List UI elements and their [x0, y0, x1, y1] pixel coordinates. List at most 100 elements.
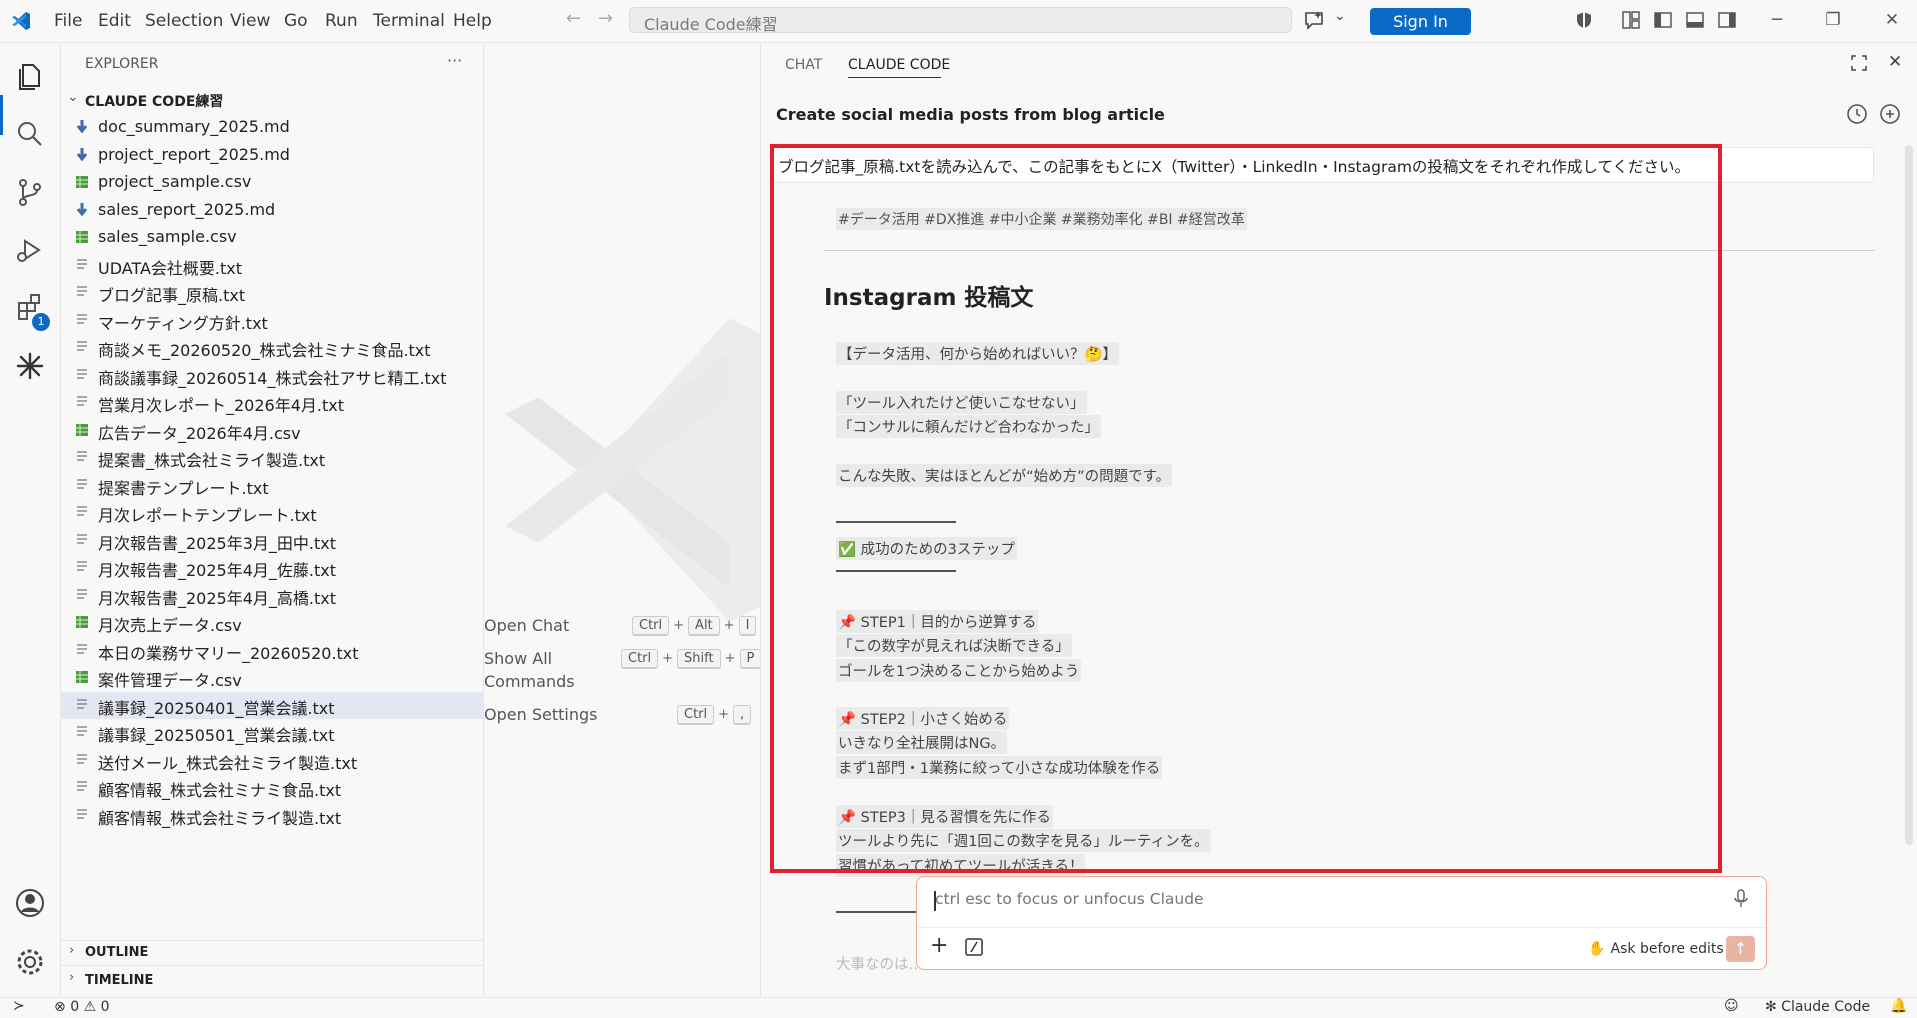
menu-help[interactable]: Help — [449, 9, 496, 33]
key: Shift — [677, 649, 721, 669]
folder-header[interactable]: ⌄ CLAUDE CODE練習 — [61, 89, 483, 111]
plus-separator: + — [724, 651, 736, 666]
file-item[interactable]: 広告データ_2026年4月.csv — [61, 417, 483, 444]
file-item[interactable]: project_report_2025.md — [61, 142, 483, 169]
file-item[interactable]: 送付メール_株式会社ミライ製造.txt — [61, 747, 483, 774]
accounts-shield-icon[interactable] — [1575, 11, 1593, 29]
scrollbar-thumb[interactable] — [1905, 145, 1913, 845]
file-item[interactable]: 本日の業務サマリー_20260520.txt — [61, 637, 483, 664]
notifications-bell-icon[interactable]: 🔔 — [1890, 998, 1907, 1014]
restore-icon[interactable]: ❐ — [1822, 9, 1844, 31]
close-panel-icon[interactable]: ✕ — [1888, 52, 1902, 72]
forward-arrow-icon[interactable]: → — [598, 8, 613, 29]
toggle-panel-icon[interactable] — [1686, 11, 1704, 29]
new-chat-icon[interactable] — [1879, 103, 1901, 125]
tab-chat[interactable]: CHAT — [785, 57, 822, 73]
csv-file-icon — [76, 176, 88, 188]
session-title: Create social media posts from blog arti… — [776, 105, 1165, 124]
file-item[interactable]: 案件管理データ.csv — [61, 664, 483, 691]
file-item[interactable]: 営業月次レポート_2026年4月.txt — [61, 389, 483, 416]
file-item[interactable]: 月次レポートテンプレート.txt — [61, 499, 483, 526]
tab-claude-code[interactable]: CLAUDE CODE — [848, 57, 950, 73]
add-attachment-icon[interactable]: + — [930, 933, 948, 958]
markdown-file-icon — [76, 120, 88, 134]
more-actions-icon[interactable]: ··· — [447, 51, 462, 70]
file-item[interactable]: 月次報告書_2025年3月_田中.txt — [61, 527, 483, 554]
settings-gear-icon[interactable] — [13, 945, 47, 979]
ask-before-edits-toggle[interactable]: ✋ Ask before edits — [1588, 938, 1724, 957]
menu-go[interactable]: Go — [280, 9, 312, 33]
file-item[interactable]: ブログ記事_原稿.txt — [61, 279, 483, 306]
claude-input-box[interactable]: + ✋ Ask before edits ↑ — [916, 876, 1767, 970]
close-window-icon[interactable]: ✕ — [1881, 9, 1903, 31]
problems-indicator[interactable]: ⊗ 0 ⚠ 0 — [54, 999, 110, 1015]
file-item[interactable]: UDATA会社概要.txt — [61, 252, 483, 279]
slash-command-icon[interactable] — [965, 938, 983, 956]
file-item[interactable]: doc_summary_2025.md — [61, 114, 483, 141]
file-item[interactable]: 顧客情報_株式会社ミライ製造.txt — [61, 802, 483, 829]
hand-icon: ✋ — [1588, 941, 1606, 957]
file-name: 月次報告書_2025年4月_佐藤.txt — [98, 561, 337, 580]
file-name: project_report_2025.md — [98, 144, 290, 164]
file-item[interactable]: 提案書テンプレート.txt — [61, 472, 483, 499]
explorer-icon[interactable] — [13, 59, 47, 93]
highlight-box — [770, 144, 1722, 873]
file-name: 議事録_20250401_営業会議.txt — [98, 698, 335, 718]
file-item[interactable]: 月次売上データ.csv — [61, 609, 483, 636]
menu-terminal[interactable]: Terminal — [369, 9, 449, 33]
commands-label[interactable]: Commands — [484, 672, 575, 691]
toggle-primary-sidebar-icon[interactable] — [1654, 11, 1672, 29]
source-control-icon[interactable] — [13, 175, 47, 209]
text-file-icon — [77, 726, 87, 736]
timeline-section[interactable]: › TIMELINE — [61, 967, 483, 993]
search-icon[interactable] — [13, 117, 47, 151]
history-clock-icon[interactable] — [1846, 103, 1868, 125]
menu-run[interactable]: Run — [321, 9, 362, 33]
copilot-chat-icon[interactable] — [1303, 10, 1325, 30]
command-center-text: Claude Code練習 — [644, 15, 778, 34]
open-settings-label[interactable]: Open Settings — [484, 705, 597, 724]
open-chat-label[interactable]: Open Chat — [484, 616, 569, 635]
menu-edit[interactable]: Edit — [94, 9, 135, 33]
text-file-icon — [77, 588, 87, 599]
file-item[interactable]: 議事録_20250401_営業会議.txt — [61, 691, 483, 719]
file-item[interactable]: 月次報告書_2025年4月_高橋.txt — [61, 582, 483, 609]
file-item[interactable]: 商談議事録_20260514_株式会社アサヒ精工.txt — [61, 362, 483, 389]
menu-file[interactable]: File — [50, 9, 86, 33]
maximize-icon[interactable] — [1851, 55, 1867, 71]
command-center[interactable]: Claude Code練習 — [629, 7, 1292, 34]
file-name: 議事録_20250501_営業会議.txt — [98, 726, 335, 745]
claude-icon[interactable] — [13, 349, 47, 383]
toggle-secondary-sidebar-icon[interactable] — [1718, 11, 1736, 29]
outline-section[interactable]: › OUTLINE — [61, 941, 483, 965]
file-item[interactable]: 商談メモ_20260520_株式会社ミナミ食品.txt — [61, 334, 483, 361]
claude-code-status[interactable]: ✻ Claude Code — [1765, 999, 1870, 1015]
minimize-icon[interactable]: ─ — [1766, 9, 1788, 31]
menu-selection[interactable]: Selection — [141, 9, 227, 33]
text-file-icon — [77, 698, 87, 709]
file-item[interactable]: 顧客情報_株式会社ミナミ食品.txt — [61, 774, 483, 801]
copilot-status-icon[interactable]: ☺ — [1724, 998, 1739, 1014]
chevron-down-icon[interactable]: ⌄ — [1334, 8, 1346, 24]
file-item[interactable]: project_sample.csv — [61, 169, 483, 196]
account-icon[interactable] — [13, 886, 47, 920]
microphone-icon[interactable] — [1733, 889, 1749, 909]
file-item[interactable]: sales_report_2025.md — [61, 197, 483, 224]
show-all-label[interactable]: Show All — [484, 649, 552, 668]
csv-file-icon — [76, 423, 88, 436]
menu-view[interactable]: View — [226, 9, 274, 33]
send-button[interactable]: ↑ — [1726, 936, 1755, 962]
run-debug-icon[interactable] — [13, 233, 47, 267]
remote-icon[interactable]: ≻ — [13, 998, 25, 1014]
file-item[interactable]: マーケティング方針.txt — [61, 307, 483, 334]
file-name: ブログ記事_原稿.txt — [98, 286, 246, 305]
sign-in-button[interactable]: Sign In — [1370, 8, 1471, 35]
file-item[interactable]: 提案書_株式会社ミライ製造.txt — [61, 444, 483, 471]
file-item[interactable]: sales_sample.csv — [61, 224, 483, 251]
customize-layout-icon[interactable] — [1622, 11, 1640, 29]
file-item[interactable]: 月次報告書_2025年4月_佐藤.txt — [61, 554, 483, 581]
back-arrow-icon[interactable]: ← — [566, 8, 581, 29]
file-name: UDATA会社概要.txt — [98, 258, 243, 278]
file-item[interactable]: 議事録_20250501_営業会議.txt — [61, 719, 483, 746]
prompt-input[interactable] — [933, 889, 1717, 909]
